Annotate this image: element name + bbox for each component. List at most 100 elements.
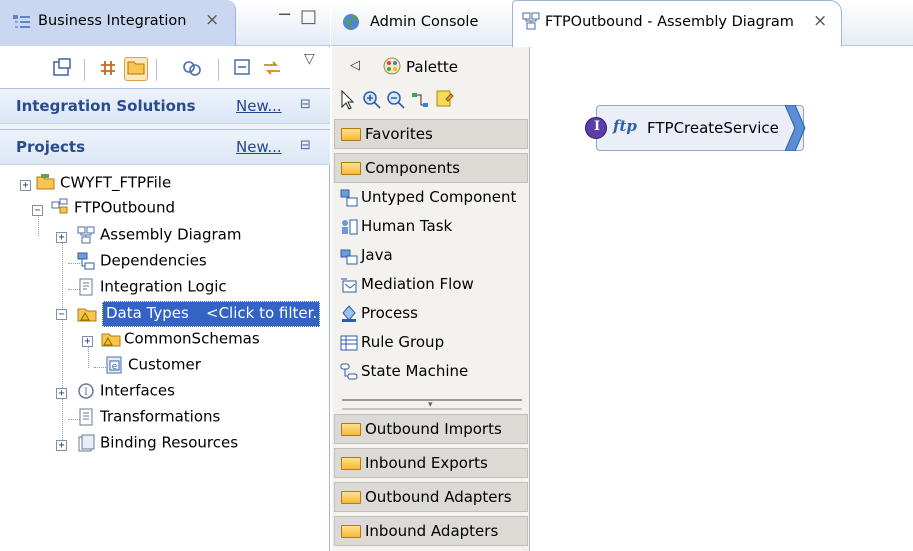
tab-admin-console[interactable]: Admin Console — [336, 4, 508, 46]
palette-item-label: State Machine — [361, 362, 469, 380]
folder-warning-icon — [100, 329, 121, 349]
interface-badge-icon[interactable]: I — [585, 117, 607, 139]
expand-icon[interactable]: + — [56, 232, 67, 243]
module-icon — [50, 198, 70, 218]
zoom-out-icon[interactable] — [386, 90, 406, 114]
palette-item-rule-group[interactable]: Rule Group — [340, 333, 444, 359]
tab-label: Admin Console — [370, 14, 479, 30]
palette-item-mediation-flow[interactable]: Mediation Flow — [340, 275, 474, 301]
collapse-icon[interactable]: − — [32, 205, 43, 216]
palette-item-label: Untyped Component — [361, 188, 517, 206]
palette-title: Palette — [406, 58, 458, 76]
minimize-icon[interactable]: − — [277, 4, 292, 25]
drawer-label: Favorites — [365, 125, 433, 143]
projects-minimize-icon[interactable]: ⊟ — [300, 138, 311, 153]
expand-icon[interactable]: + — [56, 388, 67, 399]
tree-item-cwyft-ftpfile[interactable]: + CWYFT_FTPFile — [20, 173, 171, 197]
folder-open-icon — [341, 457, 361, 470]
assembly-diagram-icon — [76, 225, 96, 245]
integration-solutions-title: Integration Solutions — [16, 97, 196, 115]
reference-terminal-icon[interactable] — [784, 104, 807, 155]
palette: ◁ Palette Favorites Components Untyped C… — [332, 47, 530, 551]
collapse-palette-icon[interactable]: ◁ — [350, 58, 360, 73]
zoom-in-icon[interactable] — [362, 90, 382, 114]
palette-item-untyped-component[interactable]: Untyped Component — [340, 188, 516, 214]
ftpcreateservice-import-node[interactable]: I ftp FTPCreateService — [585, 104, 806, 152]
link-icon[interactable] — [180, 57, 204, 81]
project-icon — [36, 173, 56, 193]
business-object-icon: e — [104, 355, 124, 375]
open-type-icon[interactable] — [50, 57, 74, 81]
maximize-icon[interactable]: □ — [300, 6, 317, 27]
ftp-badge-text: ftp — [613, 117, 637, 135]
human-task-icon — [340, 218, 358, 236]
drawer-label: Components — [365, 159, 460, 177]
integration-solutions-new-link[interactable]: New... — [236, 97, 282, 115]
expand-icon[interactable]: + — [82, 336, 93, 347]
folder-open-icon — [341, 491, 361, 504]
expand-icon[interactable]: + — [20, 180, 31, 191]
integration-solutions-minimize-icon[interactable]: ⊟ — [300, 97, 311, 112]
assembly-diagram-icon — [521, 11, 541, 35]
tree-label: Dependencies — [100, 251, 207, 270]
data-types-warning-icon — [76, 304, 98, 328]
note-icon[interactable] — [434, 89, 456, 113]
palette-tools — [336, 87, 526, 115]
tree-label: CWYFT_FTPFile — [60, 173, 172, 192]
palette-splitter[interactable]: ▾ — [342, 397, 522, 411]
palette-drawer-outbound-adapters[interactable]: Outbound Adapters — [334, 482, 528, 512]
svg-text:I: I — [84, 387, 88, 398]
interface-badge-letter: I — [593, 119, 601, 134]
left-view-toolbar: ▽ — [0, 47, 330, 91]
palette-drawer-inbound-adapters[interactable]: Inbound Adapters — [334, 516, 528, 546]
business-integration-tab-label: Business Integration — [38, 13, 187, 29]
tree-label: Interfaces — [100, 381, 175, 400]
collapse-all-icon[interactable] — [230, 57, 254, 81]
palette-item-java[interactable]: Java — [340, 246, 393, 272]
integration-solutions-header: Integration Solutions New... ⊟ — [0, 88, 330, 124]
state-machine-icon — [340, 363, 358, 381]
business-integration-tab[interactable]: Business Integration × — [0, 0, 236, 46]
tab-ftpoutbound-assembly-diagram[interactable]: FTPOutbound - Assembly Diagram × — [512, 0, 842, 47]
palette-drawer-favorites[interactable]: Favorites — [334, 119, 528, 149]
palette-item-human-task[interactable]: Human Task — [340, 217, 452, 243]
binding-resources-icon — [76, 433, 96, 453]
tree-item-integration-logic[interactable]: Integration Logic — [50, 277, 227, 301]
collapse-icon[interactable]: − — [56, 309, 67, 320]
tree-item-interfaces[interactable]: + I Interfaces — [50, 381, 175, 405]
filter-hint[interactable]: <Click to filter. — [206, 304, 317, 322]
palette-header: ◁ Palette — [332, 47, 530, 87]
expand-icon[interactable]: + — [56, 440, 67, 451]
palette-drawer-components[interactable]: Components — [334, 153, 528, 183]
process-icon — [340, 304, 358, 323]
tree-item-ftpoutbound[interactable]: − FTPOutbound — [20, 198, 175, 222]
drawer-label: Outbound Adapters — [365, 488, 512, 506]
close-icon[interactable]: × — [205, 10, 219, 30]
projects-new-link[interactable]: New... — [236, 138, 282, 156]
tree-item-transformations[interactable]: Transformations — [50, 407, 220, 431]
tree-item-customer[interactable]: e Customer — [104, 355, 201, 379]
drawer-label: Outbound Imports — [365, 420, 502, 438]
palette-drawer-inbound-exports[interactable]: Inbound Exports — [334, 448, 528, 478]
wire-icon[interactable] — [410, 90, 430, 114]
tree-label: Data Types — [106, 304, 189, 322]
show-references-icon[interactable] — [96, 57, 120, 81]
palette-item-process[interactable]: Process — [340, 304, 418, 330]
tree-item-binding-resources[interactable]: + Binding Resources — [50, 433, 238, 457]
close-icon[interactable]: × — [813, 11, 827, 31]
tree-item-data-types[interactable]: − Data Types <Click to filter. — [50, 301, 320, 327]
globe-icon — [342, 13, 360, 35]
tree-label: CommonSchemas — [124, 329, 260, 348]
tab-label: FTPOutbound - Assembly Diagram — [545, 14, 794, 30]
select-arrow-icon[interactable] — [338, 89, 358, 115]
tree-item-dependencies[interactable]: Dependencies — [50, 251, 207, 275]
tree-item-assembly-diagram[interactable]: + Assembly Diagram — [50, 225, 241, 249]
palette-item-state-machine[interactable]: State Machine — [340, 362, 468, 388]
business-integration-view-icon — [12, 13, 32, 35]
tree-item-commonschemas[interactable]: + CommonSchemas — [80, 329, 260, 353]
interface-icon: I — [76, 381, 96, 401]
palette-drawer-outbound-imports[interactable]: Outbound Imports — [334, 414, 528, 444]
open-folder-icon[interactable] — [124, 57, 148, 81]
view-menu-icon[interactable]: ▽ — [304, 51, 315, 67]
link-with-editor-icon[interactable] — [260, 57, 284, 81]
